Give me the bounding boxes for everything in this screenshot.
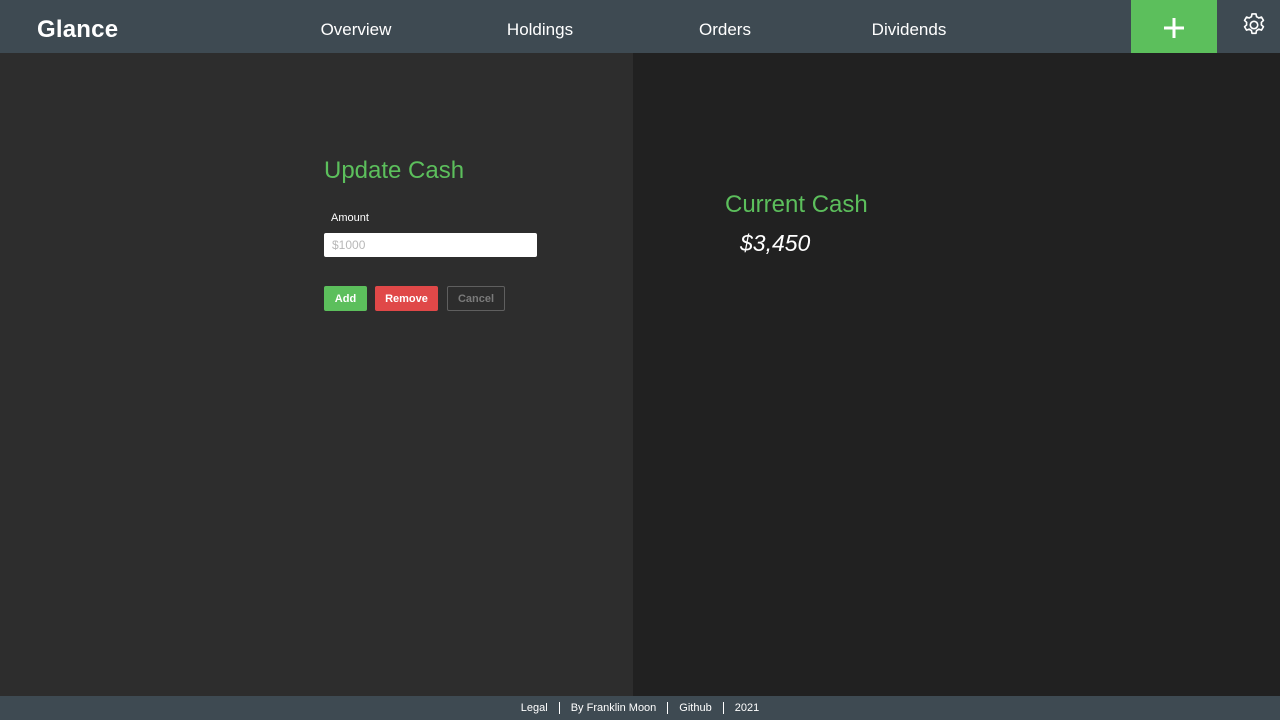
nav-item-dividends[interactable]: Dividends [872,20,947,40]
nav-item-overview[interactable]: Overview [321,20,392,40]
footer-year: 2021 [734,702,760,714]
remove-cash-button[interactable]: Remove [375,286,438,311]
cancel-button[interactable]: Cancel [447,286,505,311]
amount-input[interactable] [324,233,537,257]
footer-author-link[interactable]: By Franklin Moon [571,702,657,714]
add-button[interactable] [1131,0,1217,55]
update-cash-panel [0,53,633,696]
amount-label: Amount [331,212,369,224]
brand-logo[interactable]: Glance [37,16,118,44]
gear-icon[interactable] [1240,11,1268,39]
footer-divider [667,702,669,714]
footer-divider [722,702,724,714]
current-cash-panel [633,53,1280,696]
current-cash-title: Current Cash [725,191,868,218]
top-navigation-bar: Glance Overview Holdings Orders Dividend… [0,0,1280,55]
nav-item-orders[interactable]: Orders [699,20,751,40]
footer-github-link[interactable]: Github [679,702,711,714]
footer: Legal By Franklin Moon Github 2021 [0,696,1280,720]
footer-legal-link[interactable]: Legal [521,702,548,714]
update-cash-title: Update Cash [324,157,465,184]
add-cash-button[interactable]: Add [324,286,367,311]
current-cash-value: $3,450 [740,230,811,256]
plus-icon [1164,17,1184,38]
nav-item-holdings[interactable]: Holdings [507,20,573,40]
footer-divider [558,702,560,714]
